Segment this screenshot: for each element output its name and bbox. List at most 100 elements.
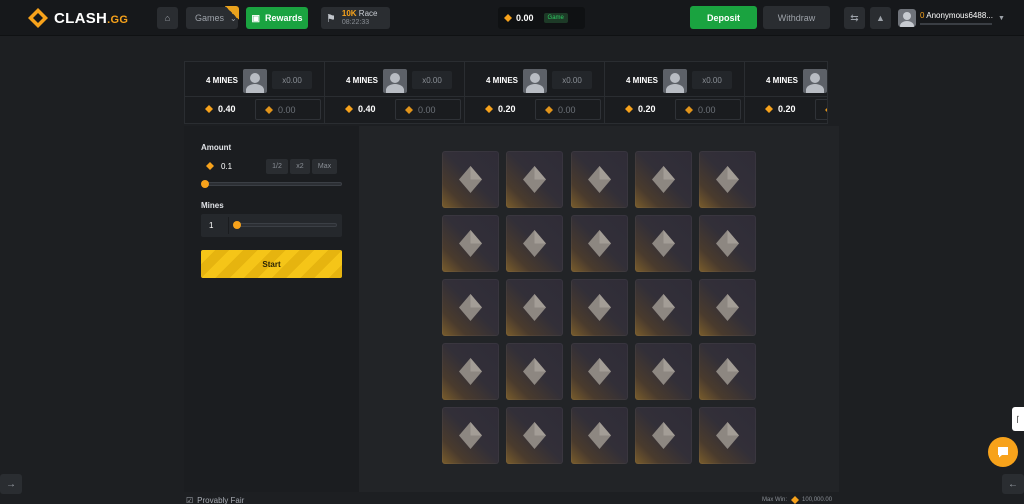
provably-fair-label: Provably Fair [197,496,245,504]
diamond-icon [587,422,611,449]
recent-game-card[interactable]: 4 MINESx0.000.200.00 [605,62,745,123]
withdraw-button[interactable]: Withdraw [763,6,830,29]
mine-tile[interactable] [570,151,628,208]
chat-button[interactable] [988,437,1018,467]
diamond-icon [523,358,547,385]
mine-tile[interactable] [634,151,692,208]
payout-amount: 0.00 [255,99,321,120]
diamond-icon [651,230,675,257]
mine-tile[interactable] [634,343,692,400]
mine-tile[interactable] [634,215,692,272]
diamond-icon [459,230,482,257]
max-button[interactable]: Max [312,159,337,174]
mine-tile[interactable] [506,407,564,464]
avatar [243,69,267,93]
amount-label: Amount [201,143,232,152]
avatar [663,69,687,93]
payout-amount: 0.00 [815,99,827,120]
mine-tile[interactable] [634,279,692,336]
bet-amount: 0.40 [205,104,236,114]
half-button[interactable]: 1/2 [266,159,288,174]
diamond-icon [523,422,547,449]
mine-tile[interactable] [570,343,628,400]
mine-tile[interactable] [442,407,499,464]
amount-value: 0.1 [221,161,233,171]
diamond-icon [651,422,675,449]
diamond-icon [651,294,675,321]
diamond-icon [651,166,675,193]
race-button[interactable]: ⚑ 10K Race 08:22:33 [321,7,390,29]
expand-right-button[interactable]: ← [1002,474,1024,494]
swap-button[interactable]: ⇆ [844,7,865,29]
mine-tile[interactable] [570,407,628,464]
username: 0 Anonymous6488... [920,11,993,20]
provably-fair-link[interactable]: ☑ Provably Fair [186,496,244,504]
mines-count: 4 MINES [626,76,659,85]
mine-tile[interactable] [634,407,692,464]
mine-tile[interactable] [442,215,499,272]
mines-count: 4 MINES [766,76,799,85]
logo-icon [28,8,48,28]
mine-tile[interactable] [699,215,757,272]
recent-game-card[interactable]: 4 MINES x0.00 0.40 0.00 [325,62,465,123]
mine-tile[interactable] [699,279,757,336]
max-win-label: Max Win: [762,497,788,503]
recent-game-card[interactable]: 4 MINES x0.00 0.40 0.00 [185,62,325,123]
rewards-button[interactable]: ▣ Rewards [246,7,308,29]
mine-tile[interactable] [506,279,564,336]
amount-slider-handle[interactable] [201,180,209,188]
balance-display[interactable]: 0.00 Game [498,7,585,29]
bet-amount: 0.20 [765,104,796,114]
logo[interactable]: CLASH.GG [28,7,128,29]
diamond-icon [459,358,482,385]
mines-count: 4 MINES [206,76,239,85]
mine-tile[interactable] [442,343,499,400]
chat-bubble-icon [998,447,1008,458]
diamond-icon [651,358,675,385]
mines-slider[interactable] [233,221,337,229]
start-button[interactable]: Start [201,250,342,278]
divider [325,96,465,97]
mine-tile[interactable] [442,279,499,336]
amount-slider[interactable] [201,180,342,188]
multiplier: x0.00 [692,71,732,89]
mines-input[interactable]: 1 [201,214,342,237]
multiplier: x0.00 [412,71,452,89]
payout-amount: 0.00 [675,99,741,120]
gem-icon [825,106,827,114]
mines-value: 1 [209,221,214,230]
diamond-icon [716,422,740,449]
home-icon: ⌂ [164,13,171,23]
avatar [523,69,547,93]
recent-game-card[interactable]: 4 MINESx0.000.200.00 [465,62,605,123]
recent-game-card[interactable]: 4 MINESx0.000.200.00 [745,62,827,123]
mine-tile[interactable] [570,279,628,336]
double-button[interactable]: x2 [290,159,310,174]
user-menu[interactable]: 0 Anonymous6488... ▼ [898,7,1014,29]
side-widget-tab[interactable]: ⌈ [1012,407,1024,431]
mine-tile[interactable] [506,151,564,208]
mine-tile[interactable] [699,151,757,208]
payout-amount: 0.00 [535,99,601,120]
gem-icon [206,162,214,170]
expand-left-button[interactable]: → [0,474,22,494]
mine-tile[interactable] [506,343,564,400]
games-dropdown[interactable]: Games ⌄ [186,6,239,29]
notifications-button[interactable]: ▲ [870,7,891,29]
mine-tile[interactable] [699,343,757,400]
multiplier: x0.00 [272,71,312,89]
mine-tile[interactable] [699,407,757,464]
home-button[interactable]: ⌂ [157,7,178,29]
mine-tile[interactable] [506,215,564,272]
arrow-left-icon: ← [1008,478,1018,490]
max-win: Max Win: 100,000.00 [762,496,832,504]
mines-slider-handle[interactable] [233,221,241,229]
games-label: Games [195,13,225,23]
mines-count: 4 MINES [346,76,379,85]
mine-tile[interactable] [442,151,499,208]
diamond-icon [587,166,611,193]
divider [465,96,605,97]
mine-tile[interactable] [570,215,628,272]
max-win-value: 100,000.00 [802,497,833,503]
deposit-button[interactable]: Deposit [690,6,757,29]
